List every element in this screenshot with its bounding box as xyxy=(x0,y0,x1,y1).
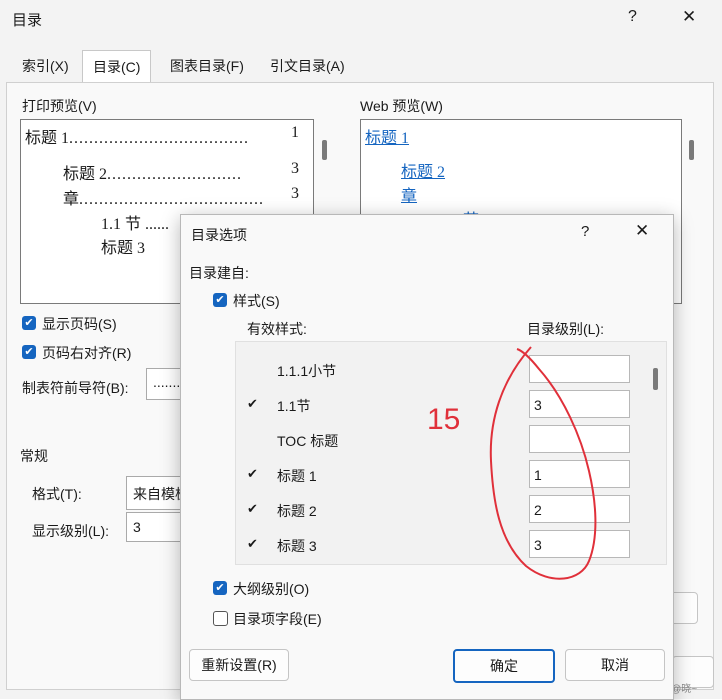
style-name: 标题 2 xyxy=(277,503,317,519)
preview-line-3: 章..................................... xyxy=(63,191,265,208)
tab-toc[interactable]: 目录(C) xyxy=(82,50,152,83)
dialog-title: 目录选项 xyxy=(191,227,247,243)
styles-label: 样式(S) xyxy=(233,293,280,309)
annotation-number: 15 xyxy=(427,403,461,436)
ok-button[interactable]: 确定 xyxy=(453,649,555,683)
preview-line-5: 标题 3 xyxy=(101,240,146,257)
web-preview-scrollbar[interactable] xyxy=(689,140,694,160)
help-button[interactable]: ? xyxy=(628,8,637,26)
title-bar: 目录 ? ✕ xyxy=(0,0,722,38)
build-from-label: 目录建自: xyxy=(189,265,249,281)
styles-checkbox[interactable]: ✔ xyxy=(213,293,227,307)
outline-levels-label: 大纲级别(O) xyxy=(233,581,310,597)
check-mark-icon: ✔ xyxy=(247,536,258,551)
window-title: 目录 xyxy=(12,12,43,29)
web-link-3[interactable]: 章 xyxy=(401,182,417,206)
tab-authorities[interactable]: 引文目录(A) xyxy=(260,50,355,82)
format-select[interactable]: 来自模板 xyxy=(126,476,186,510)
red-annotation-circle xyxy=(489,346,597,580)
preview-page-3: 3 xyxy=(289,185,299,203)
toc-entry-fields-checkbox[interactable] xyxy=(213,611,228,626)
styles-list-scrollbar[interactable] xyxy=(653,368,658,390)
cancel-button[interactable]: 取消 xyxy=(565,649,665,681)
preview-line-4: 1.1 节 ...... xyxy=(101,216,170,233)
toc-entry-fields-label: 目录项字段(E) xyxy=(233,611,322,627)
preview-line-2: 标题 2........................... xyxy=(63,166,243,183)
print-preview-label: 打印预览(V) xyxy=(22,98,97,114)
style-name: 1.1节 xyxy=(277,398,311,414)
web-link-2[interactable]: 标题 2 xyxy=(401,158,445,182)
show-levels-spinner[interactable]: 3 xyxy=(126,512,186,542)
dialog-help-button[interactable]: ? xyxy=(581,223,589,240)
style-name: 1.1.1小节 xyxy=(277,363,337,379)
style-name: 标题 3 xyxy=(277,538,317,554)
tab-leader-label: 制表符前导符(B): xyxy=(22,380,129,396)
tab-index[interactable]: 索引(X) xyxy=(12,50,79,82)
format-label: 格式(T): xyxy=(32,486,82,502)
show-page-numbers-label: 显示页码(S) xyxy=(42,316,117,332)
print-preview-scrollbar[interactable] xyxy=(322,140,327,160)
right-align-label: 页码右对齐(R) xyxy=(42,345,132,361)
preview-page-1: 1 xyxy=(289,124,299,142)
style-name: TOC 标题 xyxy=(277,433,339,449)
outline-levels-checkbox[interactable]: ✔ xyxy=(213,581,227,595)
tab-figures[interactable]: 图表目录(F) xyxy=(160,50,254,82)
check-mark-icon: ✔ xyxy=(247,396,258,411)
style-name: 标题 1 xyxy=(277,468,317,484)
show-levels-label: 显示级别(L): xyxy=(32,523,109,539)
check-mark-icon: ✔ xyxy=(247,466,258,481)
right-align-checkbox[interactable]: ✔ xyxy=(22,345,36,359)
check-mark-icon: ✔ xyxy=(247,501,258,516)
toc-options-dialog: 目录选项 ? ✕ 目录建自: ✔ 样式(S) 有效样式: 目录级别(L): 1.… xyxy=(180,214,674,700)
available-styles-header: 有效样式: xyxy=(247,321,307,337)
reset-button[interactable]: 重新设置(R) xyxy=(189,649,289,681)
web-preview-label: Web 预览(W) xyxy=(360,98,443,114)
toc-level-header: 目录级别(L): xyxy=(527,321,604,337)
close-button[interactable]: ✕ xyxy=(682,7,696,27)
web-link-1[interactable]: 标题 1 xyxy=(365,124,409,148)
general-heading: 常规 xyxy=(20,448,48,464)
dialog-close-button[interactable]: ✕ xyxy=(635,221,649,241)
show-page-numbers-checkbox[interactable]: ✔ xyxy=(22,316,36,330)
preview-page-2: 3 xyxy=(289,160,299,178)
preview-line-1: 标题 1.................................... xyxy=(25,130,250,147)
